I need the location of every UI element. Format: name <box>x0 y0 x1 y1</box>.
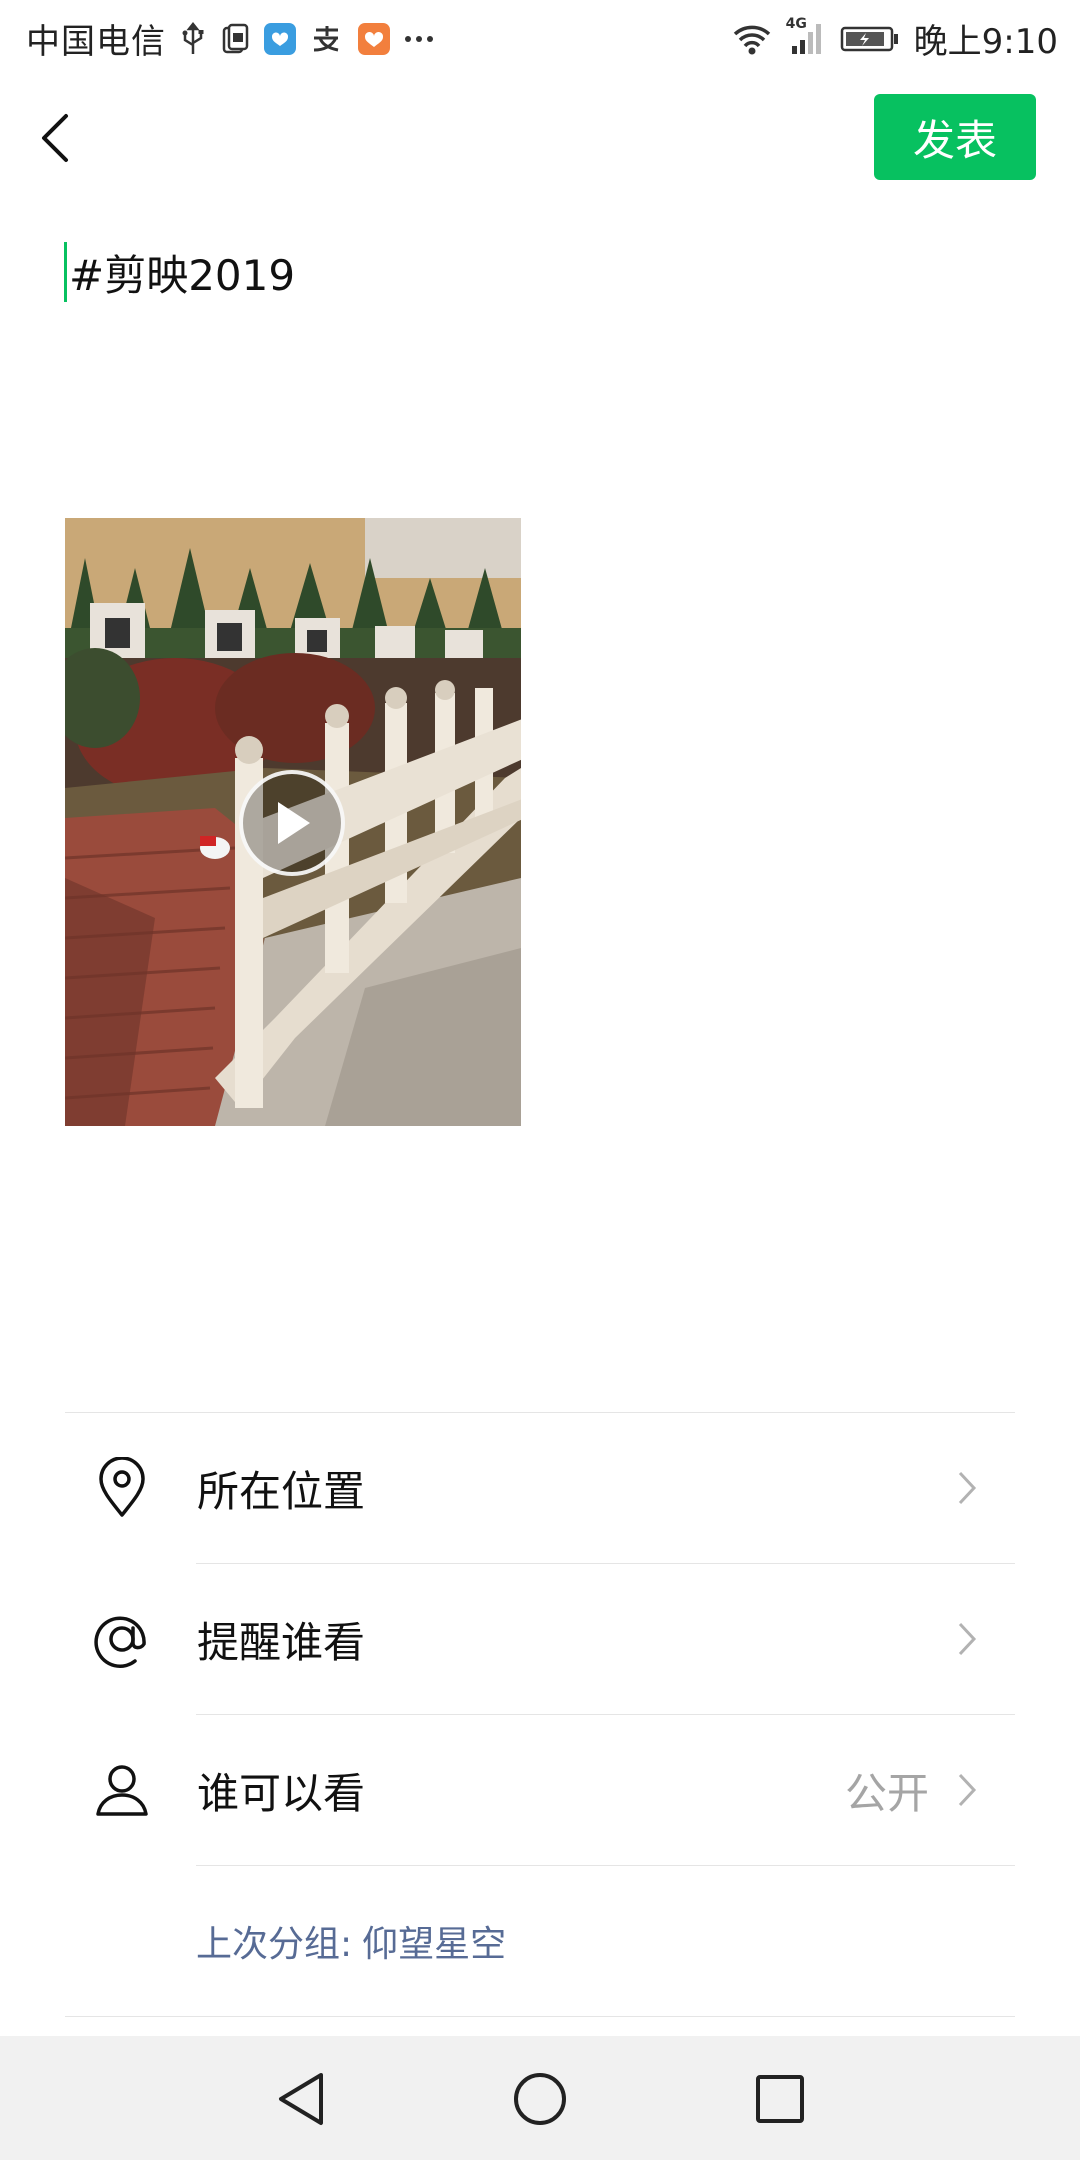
last-group-link[interactable]: 上次分组: 仰望星空 <box>196 1915 506 1967</box>
option-visibility-value: 公开 <box>844 1768 929 1818</box>
last-group-value: 仰望星空 <box>362 1924 507 1965</box>
option-location-label: 所在位置 <box>197 1466 366 1516</box>
system-nav-bar <box>0 2036 1080 2160</box>
post-text-input[interactable]: #剪映2019 <box>64 240 295 304</box>
nav-home-button[interactable] <box>505 2064 575 2134</box>
status-left: 中国电信 <box>26 14 434 63</box>
at-icon <box>65 1610 173 1668</box>
wifi-icon <box>732 22 772 56</box>
sim-icon <box>220 22 250 56</box>
nav-home-icon <box>514 2073 566 2125</box>
chevron-right-icon <box>947 1770 987 1810</box>
nav-back-icon <box>279 2073 323 2125</box>
nav-recents-icon <box>756 2075 804 2123</box>
list-bottom-divider <box>65 2016 1015 2017</box>
heart-app-icon <box>358 22 390 55</box>
option-visibility[interactable]: 谁可以看 公开 <box>65 1715 1015 1865</box>
option-mention[interactable]: 提醒谁看 <box>65 1564 1015 1714</box>
chevron-right-icon <box>947 1468 987 1508</box>
nav-back-button[interactable] <box>266 2064 336 2134</box>
chevron-right-icon <box>947 1619 987 1659</box>
location-pin-icon <box>65 1457 173 1519</box>
usb-icon <box>180 21 206 56</box>
nav-recents-button[interactable] <box>745 2064 815 2134</box>
play-button[interactable] <box>239 770 345 876</box>
publish-button[interactable]: 发表 <box>874 94 1036 180</box>
list-divider <box>196 1865 1015 1866</box>
signal-icon: 4G <box>786 16 826 56</box>
status-right: 4G 晚上9:10 <box>718 14 1058 63</box>
option-mention-label: 提醒谁看 <box>197 1617 366 1667</box>
text-caret <box>64 242 67 302</box>
last-group-label: 上次分组: <box>196 1924 353 1965</box>
status-bar: 中国电信 4G 晚上9:10 <box>0 0 1080 76</box>
status-time: 晚上9:10 <box>913 22 1058 62</box>
video-thumbnail[interactable] <box>65 518 521 1126</box>
more-dots-icon <box>404 35 434 43</box>
post-text-content: #剪映2019 <box>69 250 296 300</box>
option-visibility-label: 谁可以看 <box>197 1768 366 1818</box>
battery-icon <box>840 24 900 54</box>
play-icon <box>278 802 310 844</box>
network-type-label: 4G <box>785 15 807 32</box>
option-location[interactable]: 所在位置 <box>65 1413 1015 1563</box>
alipay-icon <box>310 24 344 54</box>
chat-app-icon <box>264 22 296 55</box>
carrier-name: 中国电信 <box>26 22 166 62</box>
back-button[interactable] <box>30 108 80 168</box>
back-chevron-icon <box>42 114 68 162</box>
screen: 中国电信 4G 晚上9:10 发表 #剪映2019 所在位置 提醒谁看 谁可以看… <box>0 0 1080 2160</box>
person-icon <box>65 1762 173 1818</box>
